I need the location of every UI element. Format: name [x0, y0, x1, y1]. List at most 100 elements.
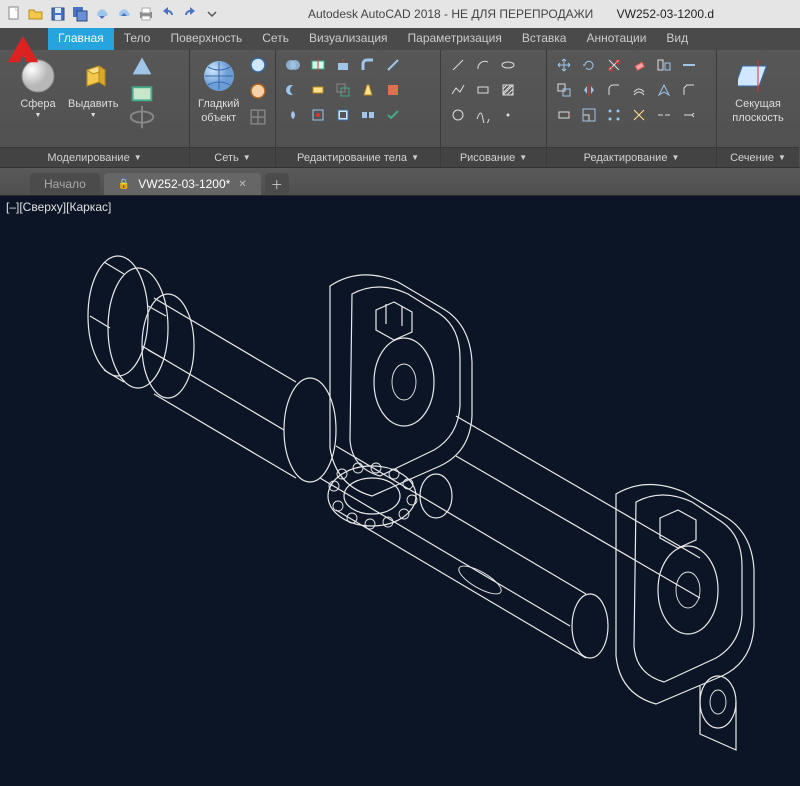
title-bar: Autodesk AutoCAD 2018 - НЕ ДЛЯ ПЕРЕПРОДА… [0, 0, 800, 28]
arc-icon[interactable] [472, 54, 494, 76]
polyline-icon[interactable] [447, 79, 469, 101]
ribbon-tabs: Главная Тело Поверхность Сеть Визуализац… [0, 28, 800, 50]
file-name-label: VW252-03-1200.d [597, 7, 714, 21]
thicken-icon[interactable] [307, 79, 329, 101]
new-tab-button[interactable]: ＋ [265, 173, 289, 195]
panel-mesh-title[interactable]: Сеть▼ [190, 147, 275, 167]
tab-parametric[interactable]: Параметризация [398, 28, 512, 50]
hatch-icon[interactable] [497, 79, 519, 101]
spline-icon[interactable] [472, 104, 494, 126]
cloud-open-icon[interactable] [92, 4, 112, 24]
mesh-more-icon[interactable] [247, 54, 269, 76]
viewport[interactable]: [–][Сверху][Каркас] [0, 196, 800, 786]
doc-tab-active-label: VW252-03-1200* [138, 177, 230, 191]
smooth-label-2: объект [201, 112, 236, 124]
tab-home[interactable]: Главная [48, 28, 114, 50]
tab-view[interactable]: Вид [656, 28, 698, 50]
ribbon: Сфера ▼ Выдавить ▼ Моделирование▼ [0, 50, 800, 168]
panel-modify-title[interactable]: Редактирование▼ [547, 147, 716, 167]
smooth-button[interactable]: Гладкий объект [196, 54, 241, 126]
open-icon[interactable] [26, 4, 46, 24]
mesh-less-icon[interactable] [247, 80, 269, 102]
redo-icon[interactable] [180, 4, 200, 24]
align-icon[interactable] [653, 54, 675, 76]
panel-section-title[interactable]: Сечение▼ [717, 147, 799, 167]
secplane-label-2: плоскость [732, 112, 783, 124]
extrude-button[interactable]: Выдавить ▼ [66, 54, 121, 122]
move-icon[interactable] [553, 54, 575, 76]
shell-icon[interactable] [332, 104, 354, 126]
point-icon[interactable] [497, 104, 519, 126]
cloud-save-icon[interactable] [114, 4, 134, 24]
app-menu-button[interactable] [2, 28, 44, 70]
slice-icon[interactable] [307, 54, 329, 76]
panel-modify: Редактирование▼ [547, 50, 717, 167]
check-icon[interactable] [382, 104, 404, 126]
quick-access-toolbar [4, 4, 222, 24]
panel-solid-edit-title[interactable]: Редактирование тела▼ [276, 147, 440, 167]
separate-icon[interactable] [357, 104, 379, 126]
doc-tabs: Начало 🔒 VW252-03-1200* ✕ ＋ [0, 168, 800, 196]
tab-visualize[interactable]: Визуализация [299, 28, 398, 50]
intersect-icon[interactable] [282, 104, 304, 126]
erase-icon[interactable] [628, 54, 650, 76]
doc-tab-start[interactable]: Начало [30, 173, 100, 195]
print-icon[interactable] [136, 4, 156, 24]
tab-solid[interactable]: Тело [114, 28, 161, 50]
presspull-icon[interactable] [127, 80, 157, 102]
rectangle-icon[interactable] [472, 79, 494, 101]
extrude-label: Выдавить [68, 98, 119, 110]
view-controls-label[interactable]: [–][Сверху][Каркас] [6, 200, 111, 214]
extract-edge-icon[interactable] [382, 54, 404, 76]
mesh-refine-icon[interactable] [247, 106, 269, 128]
color-face-icon[interactable] [382, 79, 404, 101]
copy-icon[interactable] [553, 79, 575, 101]
tab-annotate[interactable]: Аннотации [576, 28, 656, 50]
chamfer-icon[interactable] [678, 79, 700, 101]
break-icon[interactable] [653, 104, 675, 126]
scale-icon[interactable] [578, 104, 600, 126]
taper-face-icon[interactable] [357, 79, 379, 101]
rotate-icon[interactable] [578, 54, 600, 76]
section-plane-button[interactable]: Секущая плоскость [730, 54, 785, 126]
qat-dropdown-icon[interactable] [202, 4, 222, 24]
lengthen-icon[interactable] [678, 104, 700, 126]
offset-face-icon[interactable] [332, 79, 354, 101]
new-icon[interactable] [4, 4, 24, 24]
revolve-icon[interactable] [127, 106, 157, 128]
tab-mesh[interactable]: Сеть [252, 28, 299, 50]
offset-icon[interactable] [628, 79, 650, 101]
undo-icon[interactable] [158, 4, 178, 24]
polysolid-icon[interactable] [127, 54, 157, 76]
app-title: Autodesk AutoCAD 2018 - НЕ ДЛЯ ПЕРЕПРОДА… [226, 7, 796, 21]
mirror-icon[interactable] [578, 79, 600, 101]
save-icon[interactable] [48, 4, 68, 24]
stretch-icon[interactable] [553, 104, 575, 126]
app-title-label: Autodesk AutoCAD 2018 - НЕ ДЛЯ ПЕРЕПРОДА… [308, 7, 593, 21]
extrude-face-icon[interactable] [332, 54, 354, 76]
array-icon[interactable] [603, 104, 625, 126]
trim-icon[interactable] [603, 54, 625, 76]
imprint-icon[interactable] [307, 104, 329, 126]
circle-icon[interactable] [447, 104, 469, 126]
panel-solid-edit: Редактирование тела▼ [276, 50, 441, 167]
saveas-icon[interactable] [70, 4, 90, 24]
doc-tab-active[interactable]: 🔒 VW252-03-1200* ✕ [104, 173, 261, 195]
panel-draw-title[interactable]: Рисование▼ [441, 147, 546, 167]
tab-insert[interactable]: Вставка [512, 28, 577, 50]
union-icon[interactable] [282, 54, 304, 76]
ellipse-icon[interactable] [497, 54, 519, 76]
secplane-label-1: Секущая [735, 98, 781, 110]
3dalign-icon[interactable] [653, 79, 675, 101]
subtract-icon[interactable] [282, 79, 304, 101]
panel-modeling-title[interactable]: Моделирование▼ [0, 147, 189, 167]
fillet-icon[interactable] [603, 79, 625, 101]
fillet-edge-icon[interactable] [357, 54, 379, 76]
join-icon[interactable] [678, 54, 700, 76]
line-icon[interactable] [447, 54, 469, 76]
tab-surface[interactable]: Поверхность [160, 28, 252, 50]
explode-icon[interactable] [628, 104, 650, 126]
drawing-canvas [0, 196, 800, 786]
section-plane-icon [738, 56, 778, 96]
close-icon[interactable]: ✕ [238, 179, 246, 190]
